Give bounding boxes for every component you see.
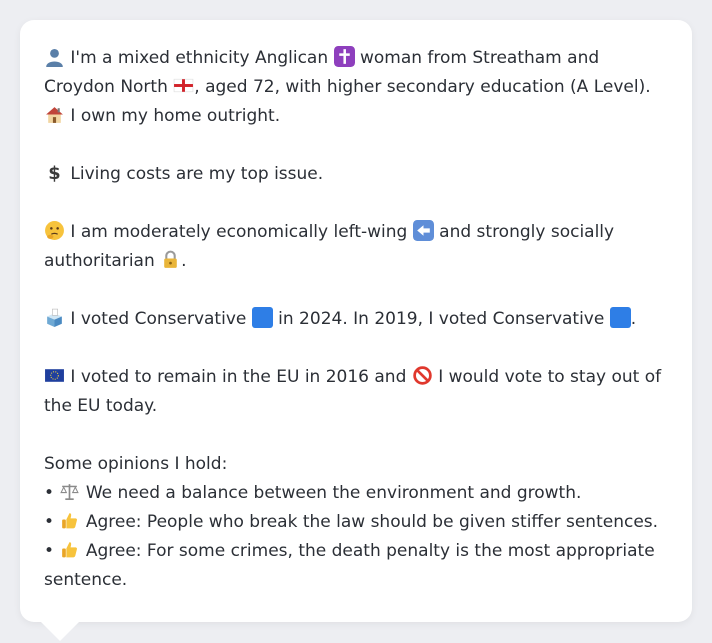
opinions-section: Some opinions I hold: • We need a balanc… xyxy=(44,450,668,595)
eu-paragraph: I voted to remain in the EU in 2016 and … xyxy=(44,363,668,421)
latin-cross-icon xyxy=(333,46,355,67)
blue-square-icon xyxy=(609,307,631,328)
eu-text-1: I voted to remain in the EU in 2016 and xyxy=(70,367,407,387)
speech-bubble-tail xyxy=(40,621,80,641)
list-item: • Agree: For some crimes, the death pena… xyxy=(44,537,668,595)
issue-text: Living costs are my top issue. xyxy=(70,164,324,184)
opinion-text: Agree: People who break the law should b… xyxy=(85,512,659,532)
politics-text-3: . xyxy=(181,251,187,271)
left-arrow-icon xyxy=(412,220,434,241)
opinion-text: We need a balance between the environmen… xyxy=(85,483,582,503)
issue-paragraph: $ Living costs are my top issue. xyxy=(44,160,668,189)
svg-text:$: $ xyxy=(48,163,60,183)
thumbs-up-icon xyxy=(62,513,78,529)
eu-flag-icon xyxy=(45,369,64,382)
lock-icon xyxy=(164,250,177,268)
opinions-heading: Some opinions I hold: xyxy=(44,454,228,474)
house-icon xyxy=(46,107,63,123)
thinking-face-icon xyxy=(45,221,64,240)
bullet: • xyxy=(44,512,55,532)
intro-text-1: I'm a mixed ethnicity Anglican xyxy=(70,48,329,68)
prohibited-icon xyxy=(413,366,432,385)
person-icon xyxy=(46,48,63,67)
thumbs-up-icon xyxy=(62,542,78,558)
intro-text-4: I own my home outright. xyxy=(70,106,281,126)
list-item: • We need a balance between the environm… xyxy=(44,479,668,508)
opinion-text: Agree: For some crimes, the death penalt… xyxy=(44,541,655,590)
vote-paragraph: I voted Conservative in 2024. In 2019, I… xyxy=(44,305,668,334)
bullet: • xyxy=(44,541,55,561)
balance-scale-icon xyxy=(60,484,80,501)
vote-text-3: . xyxy=(630,309,637,329)
politics-text-1: I am moderately economically left-wing xyxy=(70,222,408,242)
intro-text-3: , aged 72, with higher secondary educati… xyxy=(194,77,651,97)
england-flag-icon xyxy=(174,78,194,93)
politics-paragraph: I am moderately economically left-wing a… xyxy=(44,218,668,276)
vote-text-1: I voted Conservative xyxy=(70,309,247,329)
list-item: • Agree: People who break the law should… xyxy=(44,508,668,537)
dollar-icon: $ xyxy=(48,163,60,183)
bullet: • xyxy=(44,483,55,503)
intro-paragraph: I'm a mixed ethnicity Anglican woman fro… xyxy=(44,44,668,131)
blue-square-icon xyxy=(251,307,273,328)
persona-card: I'm a mixed ethnicity Anglican woman fro… xyxy=(20,20,692,622)
ballot-box-icon xyxy=(47,308,62,327)
vote-text-2: in 2024. In 2019, I voted Conservative xyxy=(278,309,605,329)
